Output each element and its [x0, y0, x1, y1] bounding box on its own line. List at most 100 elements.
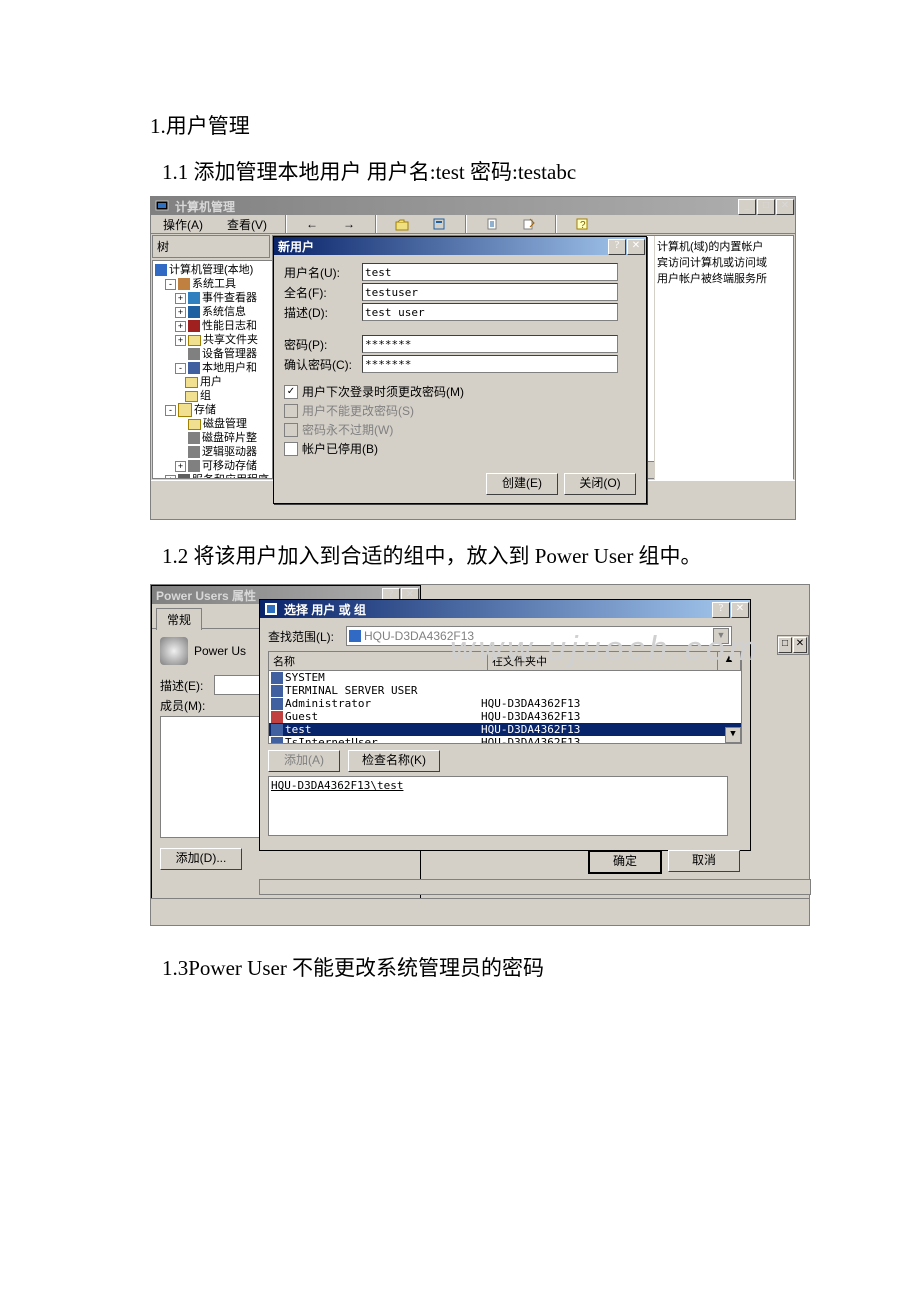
expand-icon[interactable]: +: [175, 335, 186, 346]
fullname-input[interactable]: [362, 283, 618, 301]
list-item[interactable]: Administrator: [285, 697, 371, 710]
cancel-button[interactable]: 取消: [668, 850, 740, 872]
tree-diskmgmt[interactable]: 磁盘管理: [203, 417, 247, 431]
up-button[interactable]: [391, 213, 413, 235]
tree-defrag[interactable]: 磁盘碎片整: [202, 431, 257, 445]
disabled-checkbox[interactable]: [284, 442, 298, 456]
close-button[interactable]: ✕: [776, 199, 794, 215]
list-item[interactable]: TERMINAL SERVER USER: [285, 684, 417, 697]
tree-groups[interactable]: 组: [200, 389, 211, 403]
tab-general[interactable]: 常规: [156, 608, 202, 630]
description-input[interactable]: [362, 303, 618, 321]
list-item-folder: [481, 684, 741, 697]
tree-sysinfo[interactable]: 系统信息: [202, 305, 246, 319]
collapse-icon[interactable]: -: [175, 363, 186, 374]
password-input[interactable]: [362, 335, 618, 353]
tree-eventviewer[interactable]: 事件查看器: [202, 291, 257, 305]
minimize-button[interactable]: _: [738, 199, 756, 215]
must-change-checkbox[interactable]: ✓: [284, 385, 298, 399]
username-input[interactable]: [362, 263, 618, 281]
cannot-change-label: 用户不能更改密码(S): [302, 402, 414, 419]
collapse-icon[interactable]: -: [165, 405, 176, 416]
prop-desc-label: 描述(E):: [160, 677, 214, 694]
username-label: 用户名(U):: [284, 264, 362, 281]
mdi-close-button[interactable]: ✕: [793, 637, 807, 653]
user-icon: [271, 698, 283, 710]
tree-services[interactable]: 服务和应用程序: [192, 473, 269, 479]
computer-icon: [349, 630, 361, 642]
tree-perflog[interactable]: 性能日志和: [202, 319, 257, 333]
create-button[interactable]: 创建(E): [486, 473, 558, 495]
select-dialog-titlebar: 选择 用户 或 组 ? ✕: [260, 600, 750, 618]
dialog-icon: [263, 601, 279, 617]
members-label: 成员(M):: [160, 697, 214, 714]
export-button[interactable]: [518, 213, 540, 235]
expand-icon[interactable]: +: [175, 307, 186, 318]
properties-button[interactable]: [428, 213, 450, 235]
close-dialog-button[interactable]: 关闭(O): [564, 473, 636, 495]
expand-icon[interactable]: +: [175, 293, 186, 304]
tree-header: 树: [152, 235, 270, 258]
check-names-button[interactable]: 检查名称(K): [348, 750, 440, 772]
col-folder[interactable]: 在文件夹中: [488, 652, 718, 670]
mdi-restore-button[interactable]: □: [778, 637, 792, 653]
close-button[interactable]: ✕: [731, 602, 749, 618]
users-listbox[interactable]: SYSTEM TERMINAL SERVER USER Administrato…: [268, 671, 742, 744]
menu-view[interactable]: 查看(V): [221, 216, 273, 233]
tree-systools[interactable]: 系统工具: [192, 277, 236, 291]
tree-root[interactable]: 计算机管理(本地): [169, 263, 253, 277]
scroll-down-icon[interactable]: ▼: [725, 727, 741, 743]
heading-1-1: 1.1 添加管理本地用户 用户名:test 密码:testabc: [162, 156, 770, 186]
add-member-button[interactable]: 添加(D)...: [160, 848, 242, 870]
tree-devmgr[interactable]: 设备管理器: [202, 347, 257, 361]
ok-button[interactable]: 确定: [588, 850, 662, 874]
tree-users[interactable]: 用户: [200, 375, 222, 389]
group-properties-window: Power Users 属性 ? ✕ 常规 Power Us 描述(E): 成员…: [150, 584, 810, 926]
tree-removable[interactable]: 可移动存储: [202, 459, 257, 473]
expand-icon[interactable]: +: [175, 461, 186, 472]
lookin-combo[interactable]: HQU-D3DA4362F13 ▼: [346, 626, 732, 646]
heading-1-3: 1.3Power User 不能更改系统管理员的密码: [162, 952, 770, 982]
help-button[interactable]: ?: [712, 602, 730, 618]
tree-storage[interactable]: 存储: [194, 403, 216, 417]
list-item[interactable]: SYSTEM: [285, 671, 325, 684]
scroll-up-icon[interactable]: ▲: [718, 652, 741, 670]
desc-line-3: 用户帐户被终端服务所: [657, 270, 793, 286]
help-button[interactable]: ?: [608, 239, 626, 255]
separator: [555, 215, 556, 233]
svg-text:?: ?: [580, 220, 586, 231]
selected-names-textbox[interactable]: HQU-D3DA4362F13\test: [268, 776, 728, 836]
tree-shared[interactable]: 共享文件夹: [203, 333, 258, 347]
maximize-button[interactable]: □: [757, 199, 775, 215]
refresh-button[interactable]: [481, 213, 503, 235]
menu-action[interactable]: 操作(A): [157, 216, 209, 233]
confirm-password-input[interactable]: [362, 355, 618, 373]
storage-icon: [178, 403, 192, 417]
book-icon: [188, 292, 200, 304]
desc-line-2: 宾访问计算机或访问域: [657, 254, 793, 270]
forward-button[interactable]: →: [338, 213, 360, 235]
app-icon: [154, 198, 170, 214]
description-label: 描述(D):: [284, 304, 362, 321]
list-item[interactable]: test: [285, 723, 312, 736]
user-icon: [271, 737, 283, 745]
collapse-icon[interactable]: -: [165, 279, 176, 290]
add-selected-button: 添加(A): [268, 750, 340, 772]
close-button[interactable]: ✕: [627, 239, 645, 255]
tree-view[interactable]: 计算机管理(本地) - 系统工具 + 事件查看器 + 系统信息 + 性能日志和 + 共享文…: [152, 260, 276, 479]
dropdown-icon[interactable]: ▼: [713, 628, 729, 644]
expand-icon[interactable]: +: [175, 321, 186, 332]
list-item[interactable]: Guest: [285, 710, 318, 723]
group-icon: [271, 672, 283, 684]
users-icon: [188, 362, 200, 374]
tree-localusers[interactable]: 本地用户和: [202, 361, 257, 375]
list-item[interactable]: TsInternetUser: [285, 736, 378, 744]
col-name[interactable]: 名称: [269, 652, 488, 670]
new-user-dialog: 新用户 ? ✕ 用户名(U): 全名(F): 描述(D): 密码(P): 确认密…: [273, 236, 647, 504]
separator: [285, 215, 286, 233]
folder-icon: [188, 419, 201, 430]
back-button[interactable]: ←: [301, 213, 323, 235]
expand-icon[interactable]: +: [165, 475, 176, 480]
tree-logical[interactable]: 逻辑驱动器: [202, 445, 257, 459]
help-button[interactable]: ?: [571, 213, 593, 235]
